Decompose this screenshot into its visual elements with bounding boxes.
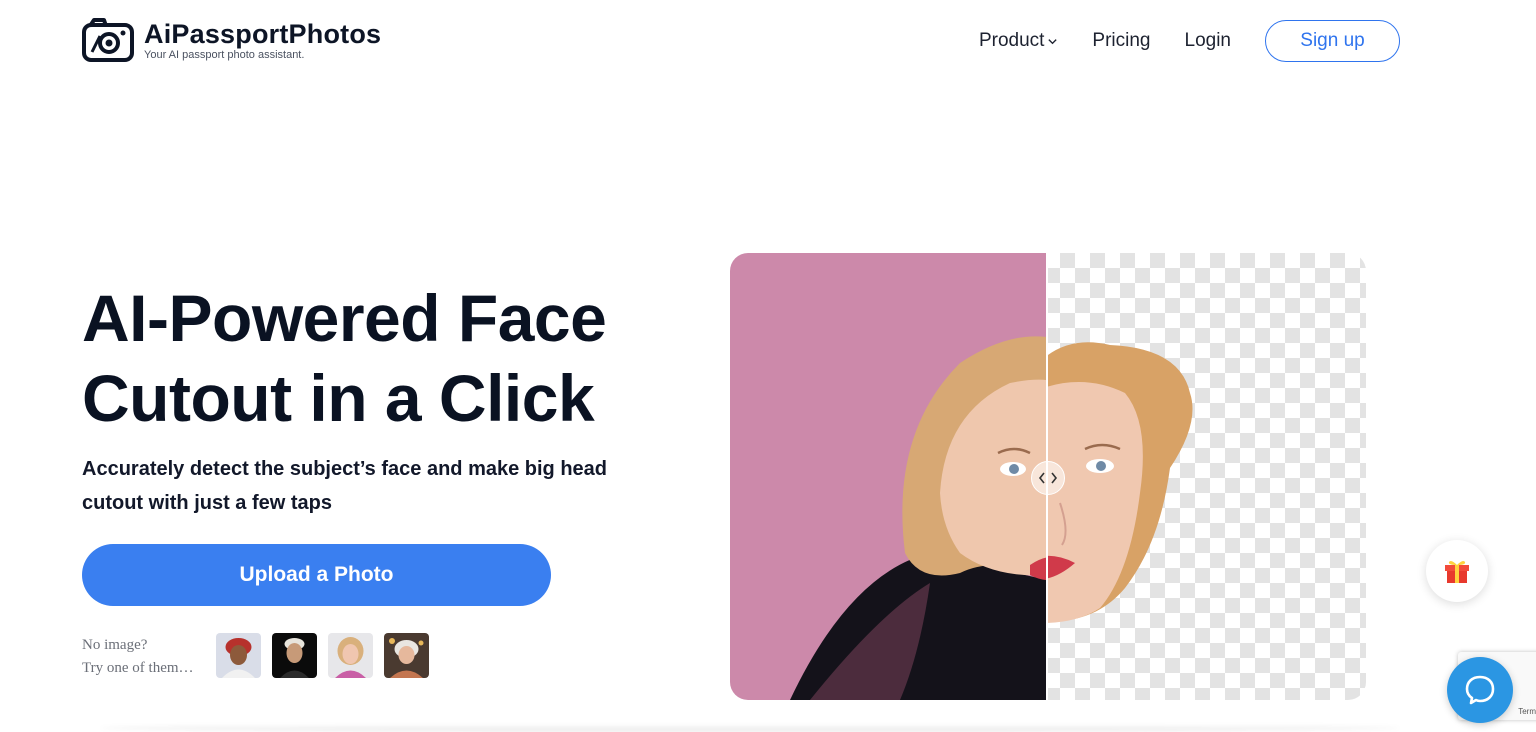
hero-title-line2: Cutout in a Click bbox=[82, 361, 595, 435]
sample-portrait-1-image bbox=[216, 633, 261, 678]
upload-photo-button[interactable]: Upload a Photo bbox=[82, 544, 551, 606]
hero-subtitle: Accurately detect the subject’s face and… bbox=[82, 458, 607, 514]
recaptcha-terms[interactable]: Terms bbox=[1518, 707, 1536, 716]
sample-portrait-4-image bbox=[384, 633, 429, 678]
nav-product[interactable]: Product bbox=[979, 30, 1058, 52]
main-nav: Product Pricing Login Sign up bbox=[979, 20, 1400, 62]
logo-link[interactable]: AiPassportPhotos Your AI passport photo … bbox=[82, 18, 381, 62]
sample-thumbnail-4[interactable] bbox=[384, 633, 429, 678]
sample-portrait-2-image bbox=[272, 633, 317, 678]
site-header: AiPassportPhotos Your AI passport photo … bbox=[0, 0, 1536, 84]
brand-name: AiPassportPhotos bbox=[144, 19, 382, 49]
signup-button[interactable]: Sign up bbox=[1265, 20, 1400, 62]
sample-prompt-line2: Try one of them… bbox=[82, 660, 194, 676]
gift-button[interactable] bbox=[1426, 540, 1488, 602]
section-divider-shadow bbox=[100, 724, 1400, 732]
comparison-slider-handle[interactable] bbox=[1031, 461, 1065, 495]
logo-text: AiPassportPhotos Your AI passport photo … bbox=[144, 18, 381, 61]
brand-tagline: Your AI passport photo assistant. bbox=[144, 49, 305, 61]
chevron-left-right-icon bbox=[1038, 472, 1058, 484]
camera-icon bbox=[82, 18, 134, 62]
hero-title-line1: AI-Powered Face bbox=[82, 281, 607, 355]
sample-thumbnail-1[interactable] bbox=[216, 633, 261, 678]
sample-prompt-line1: No image? bbox=[82, 637, 148, 653]
chevron-down-icon bbox=[1048, 38, 1058, 44]
page: AiPassportPhotos Your AI passport photo … bbox=[0, 0, 1536, 732]
nav-product-label: Product bbox=[978, 30, 1045, 51]
sample-portrait-3-image bbox=[328, 633, 373, 678]
nav-pricing[interactable]: Pricing bbox=[1092, 30, 1150, 52]
sample-thumbnails bbox=[216, 633, 429, 678]
sample-thumbnail-3[interactable] bbox=[328, 633, 373, 678]
hero-title: AI-Powered Face Cutout in a Click bbox=[82, 278, 682, 438]
sample-thumbnail-2[interactable] bbox=[272, 633, 317, 678]
chat-icon bbox=[1465, 675, 1495, 705]
sample-prompt: No image? Try one of them… bbox=[82, 634, 194, 680]
nav-login[interactable]: Login bbox=[1185, 30, 1232, 52]
chat-widget-button[interactable] bbox=[1447, 657, 1513, 723]
gift-icon bbox=[1445, 561, 1469, 583]
